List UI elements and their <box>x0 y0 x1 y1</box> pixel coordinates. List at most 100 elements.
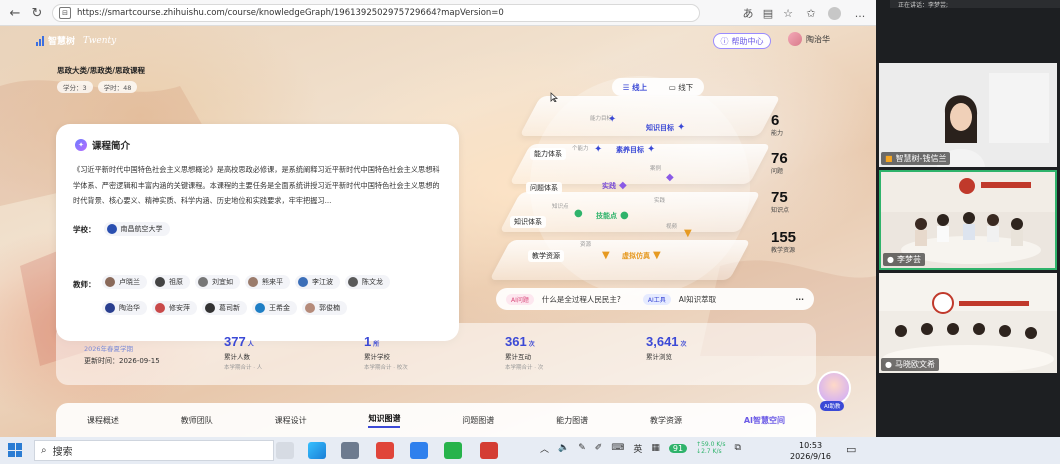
graph-node[interactable]: 实践 ◆ <box>602 180 627 191</box>
edge-browser-icon[interactable] <box>308 442 326 459</box>
circle-marker-icon: ● <box>574 208 583 219</box>
logo-bars-icon <box>36 35 44 46</box>
wps-icon[interactable] <box>376 442 394 459</box>
chevron-up-icon[interactable]: ︿ <box>540 442 549 455</box>
teacher-chip[interactable]: 陈文龙 <box>345 275 390 289</box>
profile-icon[interactable] <box>826 5 842 21</box>
translate-icon[interactable]: あ <box>740 5 756 21</box>
teacher-chip[interactable]: 修安萍 <box>152 301 197 315</box>
tab-ability-graph[interactable]: 能力图谱 <box>556 415 588 426</box>
ai-question-link[interactable]: 什么是全过程人民民主? <box>542 294 621 305</box>
summary-label: 累计互动 <box>505 353 531 361</box>
network-speed: ↑59.0 K/s ↓2.7 K/s <box>696 441 726 455</box>
more-menu-icon[interactable]: ... <box>852 5 868 21</box>
logo-text: 智慧树 <box>48 37 76 47</box>
graph-node[interactable]: 知识目标 ✦ <box>646 122 685 133</box>
teacher-chip[interactable]: 葛司新 <box>202 301 247 315</box>
teacher-chip[interactable]: 祖原 <box>152 275 190 289</box>
teacher-name: 熊来平 <box>262 278 283 286</box>
notification-icon[interactable]: ▭ <box>846 443 856 456</box>
knowledge-graph-visual[interactable]: 能力体系 问题体系 知识体系 教学资源 能力目标 个能力 实践 知识点 案例 资… <box>489 92 781 312</box>
summary-value: 377 <box>224 334 246 349</box>
keyboard-icon[interactable]: ⌨ <box>611 443 624 453</box>
summary-value: 1 <box>364 334 372 349</box>
toggle-online[interactable]: ☰ 线上 <box>623 82 647 93</box>
tab-ai-space[interactable]: AI智慧空间 <box>744 415 785 426</box>
layer-label: 问题体系 <box>526 182 562 194</box>
tab-design[interactable]: 课程设计 <box>275 415 307 426</box>
teacher-chip[interactable]: 熊来平 <box>245 275 290 289</box>
volume-icon[interactable]: 🔈 <box>558 443 569 453</box>
address-bar-url: https://smartcourse.zhihuishu.com/course… <box>77 8 504 18</box>
video-tile-active[interactable]: ● 李梦芸 <box>879 170 1057 270</box>
grid-icon[interactable]: ▦ <box>651 443 660 453</box>
ime-indicator[interactable]: 英 <box>633 442 642 455</box>
teacher-chip[interactable]: 王希金 <box>252 301 297 315</box>
pen-icon[interactable]: ✎ <box>578 443 586 453</box>
teacher-chip[interactable]: 刘宜如 <box>195 275 240 289</box>
teacher-chip[interactable]: 卢晓兰 <box>102 275 147 289</box>
graph-node[interactable]: 技能点 ● <box>596 210 629 221</box>
graph-node[interactable]: 虚拟仿真 ▼ <box>622 250 661 261</box>
favorites-icon[interactable]: ✩ <box>803 5 819 21</box>
summary-note: 本学期合计 · 校次 <box>364 365 408 371</box>
teacher-avatar <box>198 277 208 287</box>
taskbar-search[interactable]: ⌕ 搜索 <box>34 440 274 461</box>
summary-stat: 377 人 累计人数 本学期合计 · 人 <box>224 334 262 371</box>
school-label: 学校： <box>73 224 96 234</box>
system-tray: ︿ 🔈 ✎ ✐ ⌨ 英 ▦ 91 ↑59.0 K/s ↓2.7 K/s ⧉ <box>540 441 741 455</box>
teacher-avatar <box>105 303 115 313</box>
start-button[interactable] <box>8 443 22 457</box>
system-clock[interactable]: 10:53 2026/9/16 <box>790 440 831 462</box>
course-summary-strip: 2026年春夏学期 更新时间：2026-09-15 377 人 累计人数 本学期合… <box>56 323 816 385</box>
term-label: 2026年春夏学期 <box>84 345 134 353</box>
photos-icon[interactable] <box>410 442 428 459</box>
ai-tool-link[interactable]: AI知识萃取 <box>679 294 716 305</box>
logo-subtext: Twenty <box>83 35 117 46</box>
app-icon[interactable] <box>341 442 359 459</box>
tab-resources[interactable]: 教学资源 <box>650 415 682 426</box>
teacher-chip[interactable]: 郭俊楠 <box>302 301 347 315</box>
ai-question-tag: AI问题 <box>506 293 534 305</box>
site-logo[interactable]: 智慧树 Twenty <box>36 34 116 47</box>
summary-unit: 次 <box>680 342 687 348</box>
display-icon[interactable]: ⧉ <box>734 443 740 453</box>
ai-bar-more-icon[interactable]: ··· <box>795 295 804 304</box>
wechat-icon[interactable] <box>444 442 462 459</box>
stat-label: 能力 <box>771 130 784 137</box>
favorite-star-icon[interactable]: ☆ <box>780 5 796 21</box>
video-tile[interactable]: ■ 智慧树-钱信兰 <box>879 63 1057 167</box>
teacher-name: 李江波 <box>312 278 333 286</box>
tab-teachers[interactable]: 教师团队 <box>181 415 213 426</box>
address-bar[interactable]: ⊟ https://smartcourse.zhihuishu.com/cour… <box>52 4 700 22</box>
course-page: 智慧树 Twenty ⓘ 帮助中心 陶治华 思政大类/思政类/思政课程 学分：3… <box>0 26 876 437</box>
pen-icon-2[interactable]: ✐ <box>595 443 603 453</box>
tab-problem-graph[interactable]: 问题图谱 <box>462 415 494 426</box>
teacher-avatar <box>248 277 258 287</box>
graph-node[interactable]: 素养目标 ✦ <box>616 144 655 155</box>
badge-count[interactable]: 91 <box>668 443 688 453</box>
tab-knowledge-graph[interactable]: 知识图谱 <box>368 413 401 428</box>
teacher-chip[interactable]: 陶治华 <box>102 301 147 315</box>
video-tile[interactable]: ● 马晓欧文希 <box>879 273 1057 373</box>
school-name: 南昌航空大学 <box>120 225 163 233</box>
ai-assistant-button[interactable]: AI助教 <box>817 371 855 413</box>
summary-stat: 3,641 次 累计浏览 <box>646 334 687 361</box>
refresh-icon[interactable]: ↻ <box>28 4 46 22</box>
teachers-label: 教师： <box>73 280 96 289</box>
summary-stat: 1所 累计学校 本学期合计 · 校次 <box>364 334 408 371</box>
teacher-name: 葛司新 <box>219 304 240 312</box>
back-icon[interactable]: ← <box>6 4 24 22</box>
tab-overview[interactable]: 课程概述 <box>87 415 119 426</box>
help-center-button[interactable]: ⓘ 帮助中心 <box>713 33 771 49</box>
task-view-icon[interactable] <box>276 442 294 459</box>
toggle-offline[interactable]: ▭ 线下 <box>669 82 693 93</box>
site-info-icon[interactable]: ⊟ <box>59 7 71 19</box>
reader-icon[interactable]: ▤ <box>760 5 776 21</box>
app-icon[interactable] <box>480 442 498 459</box>
stat-resources: 155 教学资源 <box>771 229 796 254</box>
school-chip[interactable]: 南昌航空大学 <box>103 222 170 236</box>
teacher-chip[interactable]: 李江波 <box>295 275 340 289</box>
user-menu[interactable]: 陶治华 <box>788 32 830 46</box>
course-credits: 学分：3 学时：48 <box>57 81 138 93</box>
